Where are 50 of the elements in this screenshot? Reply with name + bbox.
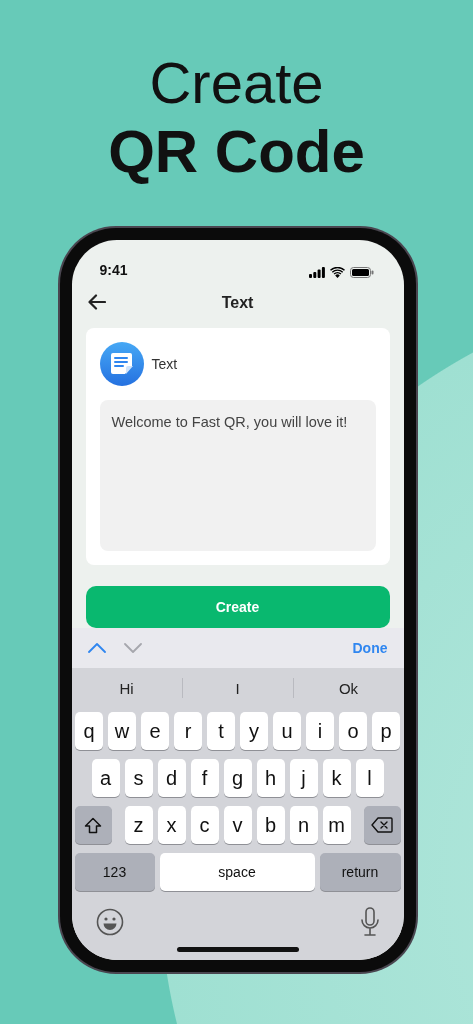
key[interactable]: d bbox=[157, 759, 186, 797]
shift-icon bbox=[84, 816, 102, 834]
key[interactable]: w bbox=[108, 712, 136, 750]
key[interactable]: o bbox=[339, 712, 367, 750]
document-icon bbox=[99, 342, 144, 386]
key[interactable]: g bbox=[223, 759, 252, 797]
numbers-key[interactable]: 123 bbox=[74, 853, 155, 891]
key[interactable]: c bbox=[190, 806, 219, 844]
microphone-icon[interactable] bbox=[359, 907, 380, 937]
delete-icon bbox=[371, 817, 393, 833]
word-suggestion[interactable]: Hi bbox=[71, 679, 182, 697]
wifi-icon bbox=[329, 267, 345, 278]
back-button[interactable] bbox=[87, 294, 106, 310]
key[interactable]: r bbox=[174, 712, 202, 750]
key[interactable]: j bbox=[289, 759, 318, 797]
key[interactable]: i bbox=[306, 712, 334, 750]
screen-title: Text bbox=[221, 294, 254, 312]
key[interactable]: b bbox=[256, 806, 285, 844]
shift-key[interactable] bbox=[74, 806, 112, 844]
key[interactable]: x bbox=[157, 806, 186, 844]
word-suggestion[interactable]: Ok bbox=[293, 679, 404, 697]
type-label: Text bbox=[151, 356, 178, 372]
key[interactable]: s bbox=[124, 759, 153, 797]
key[interactable]: m bbox=[322, 806, 351, 844]
key[interactable]: q bbox=[75, 712, 103, 750]
battery-icon bbox=[349, 267, 374, 278]
emoji-icon[interactable] bbox=[95, 908, 124, 936]
key[interactable]: v bbox=[223, 806, 252, 844]
status-time: 9:41 bbox=[99, 262, 128, 278]
key[interactable]: e bbox=[141, 712, 169, 750]
key[interactable]: f bbox=[190, 759, 219, 797]
word-suggestion[interactable]: I bbox=[182, 679, 293, 697]
key[interactable]: k bbox=[322, 759, 351, 797]
headline: Create bbox=[149, 50, 324, 116]
text-input-field[interactable]: Welcome to Fast QR, you will love it! bbox=[99, 400, 376, 551]
key[interactable]: h bbox=[256, 759, 285, 797]
return-key[interactable]: return bbox=[319, 853, 401, 891]
delete-key[interactable] bbox=[363, 806, 401, 844]
space-key[interactable]: space bbox=[159, 853, 315, 891]
previous-button[interactable] bbox=[87, 643, 106, 653]
key[interactable]: l bbox=[355, 759, 384, 797]
signal-icon bbox=[308, 267, 325, 278]
key[interactable]: z bbox=[124, 806, 153, 844]
key[interactable]: u bbox=[273, 712, 301, 750]
key[interactable]: n bbox=[289, 806, 318, 844]
key[interactable]: p bbox=[372, 712, 400, 750]
key[interactable]: t bbox=[207, 712, 235, 750]
key[interactable]: a bbox=[91, 759, 120, 797]
key[interactable]: y bbox=[240, 712, 268, 750]
headline: QR Code bbox=[108, 117, 365, 187]
